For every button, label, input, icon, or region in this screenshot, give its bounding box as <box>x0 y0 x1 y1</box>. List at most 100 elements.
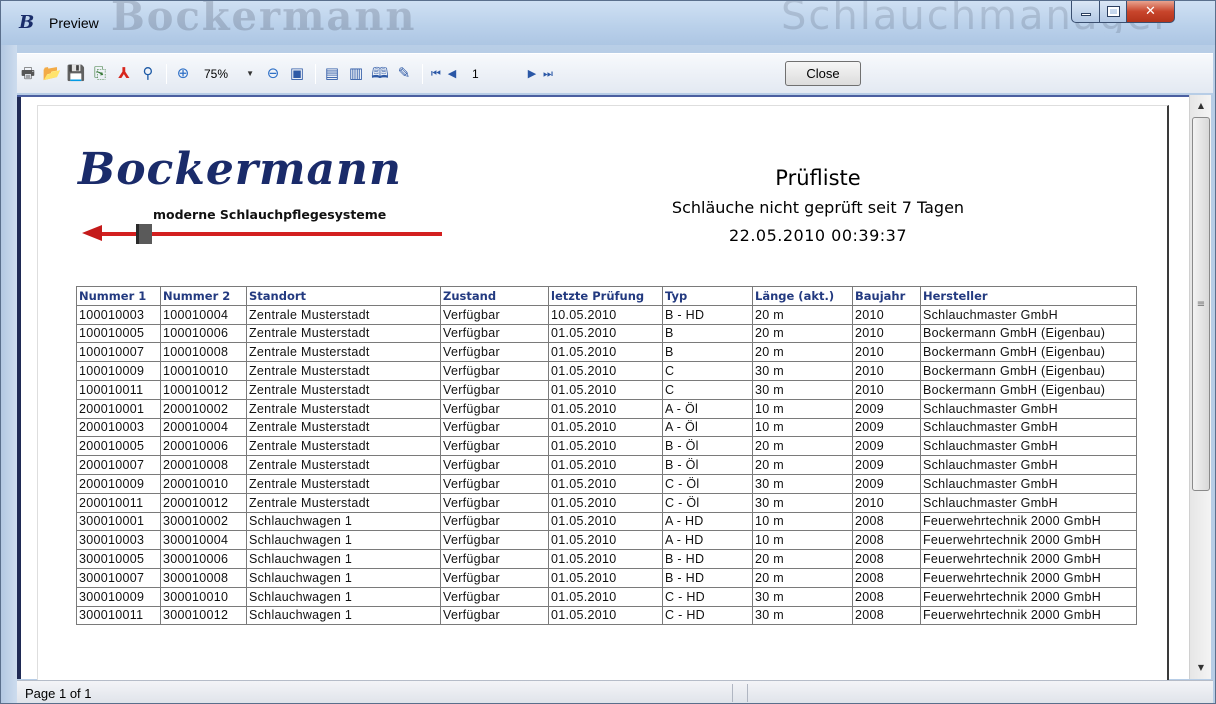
prev-page-icon[interactable]: ◀ <box>444 64 460 84</box>
open-icon[interactable]: 📂 <box>41 63 63 85</box>
table-row: 300010009 300010010 Schlauchwagen 1 Verfügb… <box>76 586 1137 607</box>
table-cell: 01.05.2010 <box>548 398 663 419</box>
table-row: 200010011 200010012 Zentrale Musterstadt Ve… <box>76 492 1137 513</box>
edit-icon[interactable]: ✎ <box>393 63 415 85</box>
column-header: Zustand <box>440 286 549 306</box>
table-cell: 100010011 <box>76 379 161 400</box>
table-cell: 20 m <box>752 549 853 569</box>
export-icon[interactable]: ⎘ <box>89 63 111 85</box>
table-cell: Zentrale Musterstadt <box>246 492 441 513</box>
scroll-up-icon[interactable]: ▲ <box>1190 97 1212 113</box>
table-cell: A - Öl <box>662 417 753 438</box>
table-cell: 300010007 <box>76 567 161 588</box>
table-cell: 20 m <box>752 342 853 363</box>
zoom-in-icon[interactable]: ⊕ <box>172 63 194 85</box>
table-cell: 2008 <box>852 511 921 532</box>
table-cell: 01.05.2010 <box>548 455 663 475</box>
page-width-icon[interactable]: ▣ <box>286 63 308 85</box>
table-cell: 10.05.2010 <box>548 304 663 325</box>
table-cell: 2008 <box>852 605 921 626</box>
table-cell: 300010005 <box>76 549 161 569</box>
table-cell: Zentrale Musterstadt <box>246 379 441 400</box>
vertical-scrollbar[interactable]: ▲ ≡ ▼ <box>1189 95 1211 679</box>
title-bar[interactable]: Bockermann Schlauchmanager B Preview ✕ <box>1 1 1215 45</box>
table-cell: 2008 <box>852 549 921 569</box>
table-cell: 200010003 <box>76 417 161 438</box>
print-icon[interactable]: 🖶 <box>17 63 39 85</box>
table-cell: 30 m <box>752 361 853 381</box>
table-cell: Zentrale Musterstadt <box>246 436 441 457</box>
toolbar-separator <box>166 63 167 84</box>
page-number-input[interactable]: 1 <box>464 64 520 84</box>
zoom-out-icon[interactable]: ⊖ <box>262 63 284 85</box>
save-icon[interactable]: 💾 <box>65 63 87 85</box>
table-cell: Verfügbar <box>440 361 549 381</box>
column-header: Baujahr <box>852 286 921 306</box>
toolbar: 🖶 📂 💾 ⎘ ⅄ ⚲ ⊕ 75% ▼ ⊖ ▣ ▤ ▥ 🕮 ✎ ⏮ ◀ 1 ▶ … <box>17 53 1213 93</box>
pdf-icon[interactable]: ⅄ <box>113 63 135 85</box>
title-bar-ghost-text: Bockermann Schlauchmanager <box>111 0 1172 33</box>
column-header: Nummer 1 <box>76 286 161 306</box>
table-cell: 100010006 <box>160 323 247 344</box>
table-cell: Schlauchmaster GmbH <box>920 398 1137 419</box>
column-header: Standort <box>246 286 441 306</box>
table-cell: Verfügbar <box>440 473 549 494</box>
report-date: 22.05.2010 00:39:37 <box>728 226 908 245</box>
first-page-icon[interactable]: ⏮ <box>428 64 444 84</box>
table-cell: Schlauchmaster GmbH <box>920 304 1137 325</box>
table-cell: Bockermann GmbH (Eigenbau) <box>920 379 1137 400</box>
table-cell: 01.05.2010 <box>548 511 663 532</box>
last-page-icon[interactable]: ⏭ <box>540 64 556 84</box>
table-cell: 01.05.2010 <box>548 342 663 363</box>
table-cell: Schlauchmaster GmbH <box>920 417 1137 438</box>
table-cell: Feuerwehrtechnik 2000 GmbH <box>920 530 1137 551</box>
table-cell: 30 m <box>752 605 853 626</box>
table-body: 100010003 100010004 Zentrale Musterstadt Ve… <box>76 304 1137 626</box>
table-cell: 2010 <box>852 323 921 344</box>
zoom-select[interactable]: 75% ▼ <box>200 64 258 84</box>
table-cell: Zentrale Musterstadt <box>246 361 441 381</box>
find-icon[interactable]: ⚲ <box>137 63 159 85</box>
table-cell: 300010001 <box>76 511 161 532</box>
table-cell: 100010008 <box>160 342 247 363</box>
window-close-button[interactable]: ✕ <box>1127 1 1175 23</box>
column-header: Nummer 2 <box>160 286 247 306</box>
table-cell: 20 m <box>752 455 853 475</box>
table-cell: B <box>662 323 753 344</box>
table-row: 200010005 200010006 Zentrale Musterstadt Ve… <box>76 436 1137 457</box>
scrollbar-thumb[interactable]: ≡ <box>1192 117 1210 491</box>
table-cell: Zentrale Musterstadt <box>246 342 441 363</box>
single-page-icon[interactable]: ▤ <box>321 63 343 85</box>
table-row: 100010011 100010012 Zentrale Musterstadt Ve… <box>76 379 1137 400</box>
table-cell: 200010004 <box>160 417 247 438</box>
table-cell: 100010005 <box>76 323 161 344</box>
chevron-down-icon: ▼ <box>246 69 254 78</box>
table-cell: 2009 <box>852 473 921 494</box>
table-cell: 100010004 <box>160 304 247 325</box>
preview-viewport[interactable]: Bockermann moderne Schlauchpflegesysteme… <box>17 95 1189 685</box>
table-cell: 2009 <box>852 398 921 419</box>
multi-page-icon[interactable]: ▥ <box>345 63 367 85</box>
report-subtitle: Schläuche nicht geprüft seit 7 Tagen <box>671 198 965 217</box>
preview-frame: Bockermann moderne Schlauchpflegesysteme… <box>17 97 1187 685</box>
table-cell: 200010006 <box>160 436 247 457</box>
scroll-down-icon[interactable]: ▼ <box>1190 659 1212 675</box>
table-cell: 01.05.2010 <box>548 586 663 607</box>
table-cell: 01.05.2010 <box>548 323 663 344</box>
table-cell: 300010010 <box>160 586 247 607</box>
table-cell: Verfügbar <box>440 530 549 551</box>
next-page-icon[interactable]: ▶ <box>524 64 540 84</box>
table-cell: Verfügbar <box>440 511 549 532</box>
window-title: Preview <box>49 15 99 31</box>
table-cell: Schlauchmaster GmbH <box>920 492 1137 513</box>
logo-arrow-icon <box>82 225 102 241</box>
table-cell: 2008 <box>852 530 921 551</box>
close-button[interactable]: Close <box>785 61 861 86</box>
table-cell: Feuerwehrtechnik 2000 GmbH <box>920 511 1137 532</box>
minimize-button[interactable] <box>1071 1 1100 23</box>
table-row: 300010001 300010002 Schlauchwagen 1 Verfügb… <box>76 511 1137 532</box>
table-cell: 100010007 <box>76 342 161 363</box>
maximize-button[interactable] <box>1100 1 1127 23</box>
table-cell: 2008 <box>852 567 921 588</box>
book-icon[interactable]: 🕮 <box>369 63 391 85</box>
